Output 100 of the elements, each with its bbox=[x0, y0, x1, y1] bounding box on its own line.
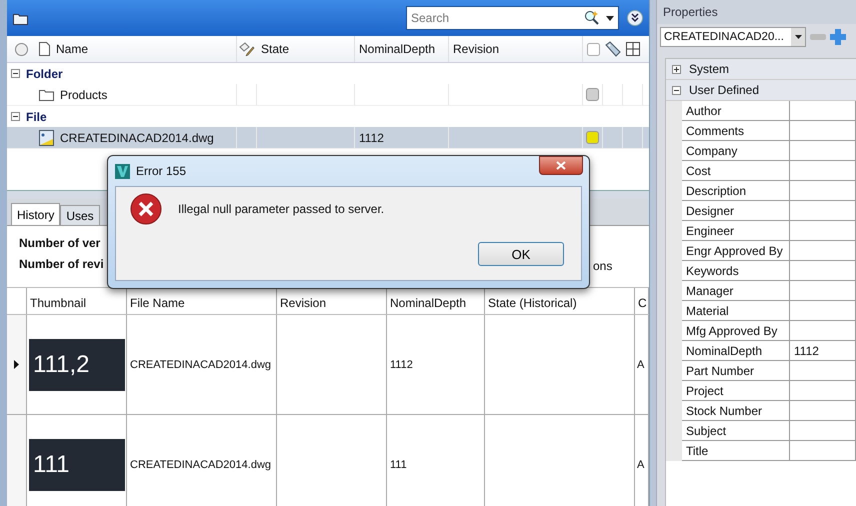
property-value[interactable] bbox=[790, 381, 856, 401]
column-header[interactable]: Name bbox=[35, 36, 237, 62]
group-label: User Defined bbox=[689, 83, 760, 97]
expand-button[interactable] bbox=[627, 10, 643, 26]
property-name: Author bbox=[682, 101, 790, 121]
column-header[interactable]: C bbox=[635, 288, 649, 314]
dropdown-arrow-icon[interactable] bbox=[606, 16, 614, 20]
summary-label: Number of ver bbox=[19, 236, 100, 250]
property-value[interactable] bbox=[790, 221, 856, 241]
property-name: Stock Number bbox=[682, 401, 790, 421]
folder-icon bbox=[39, 88, 54, 101]
property-name: Manager bbox=[682, 281, 790, 301]
summary-label: Number of revi bbox=[19, 257, 104, 271]
property-value[interactable] bbox=[790, 301, 856, 321]
property-value[interactable]: 1112 bbox=[790, 341, 856, 361]
property-name: NominalDepth bbox=[682, 341, 790, 361]
property-name: Keywords bbox=[682, 261, 790, 281]
dialog-title: Error 155 bbox=[136, 164, 186, 178]
property-value[interactable] bbox=[790, 281, 856, 301]
property-value[interactable] bbox=[790, 121, 856, 141]
folder-icon[interactable] bbox=[13, 12, 28, 24]
group-label: System bbox=[689, 62, 730, 76]
property-name: Part Number bbox=[682, 361, 790, 381]
property-name: Engr Approved By bbox=[682, 241, 790, 261]
collapse-icon[interactable] bbox=[11, 69, 20, 78]
thumbnail-image: 111 bbox=[29, 438, 125, 490]
double-chevron-icon bbox=[630, 13, 640, 23]
property-value[interactable] bbox=[790, 241, 856, 261]
dropdown-arrow-icon bbox=[794, 35, 802, 39]
table-row[interactable]: 111,2 CREATEDINACAD2014.dwg 1112 A bbox=[7, 315, 649, 415]
file-name: CREATEDINACAD2014.dwg bbox=[60, 130, 214, 144]
file-name: Products bbox=[60, 88, 108, 102]
property-name: Title bbox=[682, 441, 790, 461]
group-label: File bbox=[26, 110, 47, 124]
column-label: Name bbox=[56, 42, 88, 56]
group-header[interactable]: User Defined bbox=[666, 80, 856, 101]
property-value[interactable] bbox=[790, 441, 856, 461]
property-name: Project bbox=[682, 381, 790, 401]
row-header[interactable] bbox=[7, 315, 27, 414]
close-icon bbox=[556, 161, 566, 170]
expand-icon[interactable] bbox=[672, 64, 681, 74]
property-value[interactable] bbox=[790, 101, 856, 121]
property-value[interactable] bbox=[790, 201, 856, 221]
column-header[interactable]: State bbox=[257, 36, 355, 62]
property-name: Subject bbox=[682, 421, 790, 441]
property-value[interactable] bbox=[790, 261, 856, 281]
app-logo-icon bbox=[115, 164, 130, 178]
file-row[interactable]: Products bbox=[7, 84, 649, 106]
summary-text: ons bbox=[593, 259, 612, 273]
drawing-file-icon bbox=[39, 130, 54, 146]
group-label: Folder bbox=[26, 66, 63, 80]
table-cell: A bbox=[635, 415, 649, 506]
property-value[interactable] bbox=[790, 421, 856, 441]
property-name: Description bbox=[682, 181, 790, 201]
property-name: Material bbox=[682, 301, 790, 321]
table-cell: A bbox=[635, 315, 649, 414]
table-cell: CREATEDINACAD2014.dwg bbox=[127, 315, 277, 414]
search-box[interactable]: Search bbox=[406, 6, 619, 30]
thumbnail-image: 111,2 bbox=[29, 338, 125, 390]
property-value[interactable] bbox=[790, 161, 856, 181]
file-dropdown[interactable]: CREATEDINACAD20... bbox=[660, 27, 806, 47]
table-row[interactable]: 111 CREATEDINACAD2014.dwg 111 A bbox=[7, 415, 649, 506]
depth-cell: 1112 bbox=[355, 127, 449, 148]
plus-icon[interactable] bbox=[830, 29, 846, 45]
document-icon bbox=[39, 42, 50, 56]
tab[interactable]: Uses bbox=[60, 205, 100, 225]
property-name: Engineer bbox=[682, 221, 790, 241]
table-cell: CREATEDINACAD2014.dwg bbox=[127, 415, 277, 506]
collapse-icon[interactable] bbox=[672, 86, 681, 94]
property-name: Designer bbox=[682, 201, 790, 221]
column-header[interactable]: Revision bbox=[449, 36, 583, 62]
property-name: Comments bbox=[682, 121, 790, 141]
file-row[interactable]: CREATEDINACAD2014.dwg 1112 bbox=[7, 127, 649, 149]
radio-circle-icon bbox=[14, 42, 28, 56]
group-header[interactable]: System bbox=[666, 59, 856, 80]
search-icon[interactable] bbox=[584, 10, 600, 26]
grid-icon[interactable] bbox=[626, 42, 640, 56]
tab[interactable]: History bbox=[11, 203, 60, 225]
property-name: Mfg Approved By bbox=[682, 321, 790, 341]
property-name: Company bbox=[682, 141, 790, 161]
column-header[interactable]: NominalDepth bbox=[355, 36, 449, 62]
property-value[interactable] bbox=[790, 361, 856, 381]
panel-title: Properties bbox=[657, 0, 856, 24]
property-name: Cost bbox=[682, 161, 790, 181]
property-value[interactable] bbox=[790, 321, 856, 341]
close-button[interactable] bbox=[539, 156, 583, 175]
pencil-tag-icon bbox=[239, 42, 255, 56]
ok-button[interactable]: OK bbox=[478, 242, 564, 266]
property-value[interactable] bbox=[790, 401, 856, 421]
tag-icon bbox=[605, 41, 621, 57]
error-message: Illegal null parameter passed to server. bbox=[178, 202, 384, 216]
table-cell: 1112 bbox=[387, 315, 485, 414]
checkbox-icon bbox=[586, 42, 600, 56]
error-icon bbox=[130, 193, 162, 225]
property-value[interactable] bbox=[790, 141, 856, 161]
row-header[interactable] bbox=[7, 415, 27, 506]
row-pointer-icon bbox=[14, 360, 19, 369]
collapse-icon[interactable] bbox=[11, 112, 20, 121]
table-cell: 111 bbox=[387, 415, 485, 506]
property-value[interactable] bbox=[790, 181, 856, 201]
